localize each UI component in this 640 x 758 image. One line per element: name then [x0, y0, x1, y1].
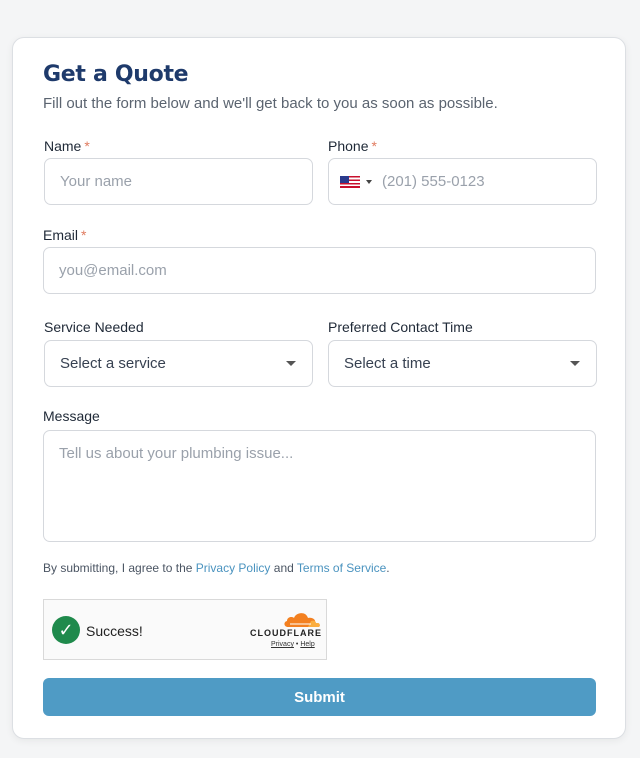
- name-input[interactable]: Your name: [44, 158, 313, 205]
- service-label: Service Needed: [44, 319, 144, 335]
- email-placeholder: you@email.com: [59, 262, 167, 279]
- privacy-policy-link[interactable]: Privacy Policy: [196, 561, 271, 575]
- contact-time-label: Preferred Contact Time: [328, 319, 473, 335]
- cloudflare-captcha-widget[interactable]: ✓ Success! CLOUDFLARE Privacy • Help: [43, 599, 327, 660]
- contact-time-selected-value: Select a time: [344, 355, 431, 372]
- phone-input[interactable]: (201) 555-0123: [328, 158, 597, 205]
- service-selected-value: Select a service: [60, 355, 166, 372]
- success-check-icon: ✓: [52, 616, 80, 644]
- country-dropdown-caret-icon[interactable]: [366, 179, 372, 184]
- cloudflare-brand: CLOUDFLARE: [250, 628, 322, 638]
- service-select[interactable]: Select a service: [44, 340, 313, 387]
- captcha-links: Privacy • Help: [271, 641, 315, 648]
- required-marker: *: [84, 138, 90, 154]
- us-flag-icon[interactable]: [340, 175, 360, 188]
- name-placeholder: Your name: [60, 173, 132, 190]
- captcha-privacy-link[interactable]: Privacy: [271, 641, 294, 648]
- message-placeholder: Tell us about your plumbing issue...: [59, 445, 294, 462]
- captcha-status: Success!: [86, 623, 143, 639]
- name-label: Name *: [44, 138, 90, 154]
- form-title: Get a Quote: [43, 62, 189, 87]
- terms-text: By submitting, I agree to the Privacy Po…: [43, 561, 390, 575]
- email-input[interactable]: you@email.com: [43, 247, 596, 294]
- message-label: Message: [43, 408, 100, 424]
- chevron-down-icon: [570, 361, 580, 366]
- captcha-link-separator: •: [295, 641, 299, 648]
- email-label: Email *: [43, 227, 87, 243]
- captcha-help-link[interactable]: Help: [300, 641, 314, 648]
- chevron-down-icon: [286, 361, 296, 366]
- contact-time-select[interactable]: Select a time: [328, 340, 597, 387]
- required-marker: *: [371, 138, 377, 154]
- cloudflare-cloud-icon: [284, 613, 320, 627]
- quote-form-card: Get a Quote Fill out the form below and …: [12, 37, 626, 739]
- phone-label: Phone *: [328, 138, 377, 154]
- terms-of-service-link[interactable]: Terms of Service: [297, 561, 386, 575]
- required-marker: *: [81, 227, 87, 243]
- phone-placeholder: (201) 555-0123: [382, 173, 485, 190]
- form-subtitle: Fill out the form below and we'll get ba…: [43, 95, 498, 112]
- submit-button[interactable]: Submit: [43, 678, 596, 716]
- message-textarea[interactable]: Tell us about your plumbing issue...: [43, 430, 596, 542]
